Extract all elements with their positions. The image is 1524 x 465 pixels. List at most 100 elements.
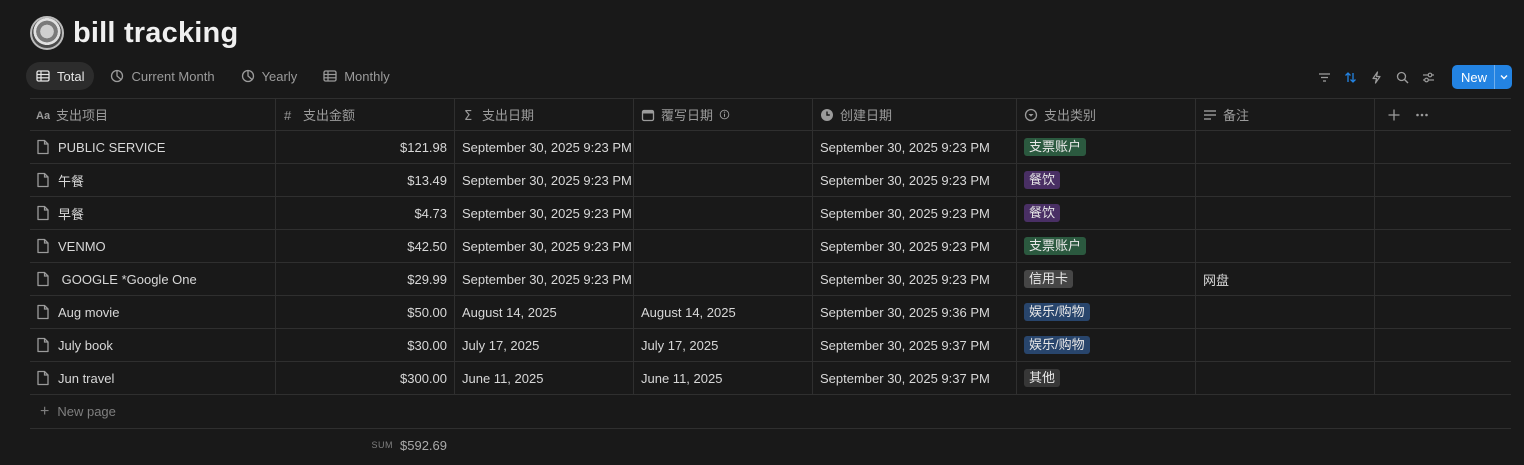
table-row[interactable]: Jun travel $300.00 June 11, 2025 June 11, 2…: [30, 362, 1511, 395]
tab-total[interactable]: Total: [26, 62, 95, 90]
table-row[interactable]: 早餐 $4.73 September 30, 2025 9:23 PM Septemb…: [30, 197, 1511, 230]
column-header-item[interactable]: Aa 支出项目: [30, 99, 276, 130]
cell-amount[interactable]: $29.99: [276, 263, 455, 295]
cell-override-date[interactable]: July 17, 2025: [634, 329, 813, 361]
document-icon: [37, 238, 49, 254]
cell-override-date[interactable]: [634, 230, 813, 262]
cell-category[interactable]: 支票账户: [1017, 131, 1196, 163]
chevron-down-icon[interactable]: [1494, 65, 1512, 89]
cell-created[interactable]: September 30, 2025 9:23 PM: [813, 131, 1017, 163]
table-row[interactable]: Aug movie $50.00 August 14, 2025 August 14,…: [30, 296, 1511, 329]
item-name: VENMO: [58, 238, 106, 254]
cell-amount[interactable]: $300.00: [276, 362, 455, 394]
cell-date[interactable]: September 30, 2025 9:23 PM: [455, 197, 634, 229]
tab-monthly[interactable]: Monthly: [313, 62, 400, 90]
cell-amount[interactable]: $4.73: [276, 197, 455, 229]
column-header-date[interactable]: Σ 支出日期: [455, 99, 634, 130]
cell-override-date[interactable]: August 14, 2025: [634, 296, 813, 328]
cell-created[interactable]: September 30, 2025 9:36 PM: [813, 296, 1017, 328]
cell-category[interactable]: 餐饮: [1017, 197, 1196, 229]
cell-amount[interactable]: $42.50: [276, 230, 455, 262]
cell-amount[interactable]: $30.00: [276, 329, 455, 361]
cell-override-date[interactable]: [634, 263, 813, 295]
cell-spacer: [1375, 131, 1511, 163]
cell-category[interactable]: 其他: [1017, 362, 1196, 394]
cell-date[interactable]: September 30, 2025 9:23 PM: [455, 230, 634, 262]
sort-icon[interactable]: [1342, 68, 1360, 86]
sum-calculation[interactable]: SUM $592.69: [30, 438, 455, 453]
cell-amount[interactable]: $50.00: [276, 296, 455, 328]
more-icon[interactable]: [1415, 108, 1429, 122]
cell-category[interactable]: 支票账户: [1017, 230, 1196, 262]
table-icon: [36, 70, 50, 82]
cell-date[interactable]: June 11, 2025: [455, 362, 634, 394]
settings-icon[interactable]: [1420, 68, 1438, 86]
cell-note[interactable]: [1196, 164, 1375, 196]
cell-created[interactable]: September 30, 2025 9:23 PM: [813, 197, 1017, 229]
cell-date[interactable]: September 30, 2025 9:23 PM: [455, 131, 634, 163]
category-tag: 娱乐/购物: [1024, 336, 1090, 354]
tab-yearly[interactable]: Yearly: [231, 62, 308, 90]
cell-created[interactable]: September 30, 2025 9:37 PM: [813, 329, 1017, 361]
info-icon[interactable]: [719, 109, 730, 120]
table-row[interactable]: VENMO $42.50 September 30, 2025 9:23 PM Sep…: [30, 230, 1511, 263]
column-header-amount[interactable]: # 支出金额: [276, 99, 455, 130]
cell-note[interactable]: 网盘: [1196, 263, 1375, 295]
cell-item[interactable]: 早餐: [30, 197, 276, 229]
cell-override-date[interactable]: [634, 164, 813, 196]
column-header-override-date[interactable]: 覆写日期: [634, 99, 813, 130]
coin-emblem-icon[interactable]: [30, 16, 64, 50]
page-title[interactable]: bill tracking: [73, 17, 238, 50]
cell-item[interactable]: Aug movie: [30, 296, 276, 328]
cell-note[interactable]: [1196, 329, 1375, 361]
cell-created[interactable]: September 30, 2025 9:23 PM: [813, 164, 1017, 196]
cell-note[interactable]: [1196, 197, 1375, 229]
cell-category[interactable]: 餐饮: [1017, 164, 1196, 196]
svg-text:Σ: Σ: [464, 109, 472, 122]
new-page-button[interactable]: + New page: [30, 395, 1511, 429]
cell-note[interactable]: [1196, 296, 1375, 328]
automation-icon[interactable]: [1368, 68, 1386, 86]
cell-note[interactable]: [1196, 362, 1375, 394]
sum-value: $592.69: [400, 437, 447, 453]
document-icon: [37, 370, 49, 386]
table-row[interactable]: July book $30.00 July 17, 2025 July 17, 202…: [30, 329, 1511, 362]
plus-icon[interactable]: [1387, 108, 1401, 122]
cell-item[interactable]: 午餐: [30, 164, 276, 196]
filter-icon[interactable]: [1316, 68, 1334, 86]
cell-note[interactable]: [1196, 230, 1375, 262]
tab-current-month[interactable]: Current Month: [100, 62, 224, 90]
column-header-note[interactable]: 备注: [1196, 99, 1375, 130]
cell-item[interactable]: PUBLIC SERVICE: [30, 131, 276, 163]
cell-created[interactable]: September 30, 2025 9:23 PM: [813, 263, 1017, 295]
search-icon[interactable]: [1394, 68, 1412, 86]
number-icon: #: [284, 108, 292, 122]
cell-item[interactable]: VENMO: [30, 230, 276, 262]
cell-category[interactable]: 娱乐/购物: [1017, 329, 1196, 361]
cell-date[interactable]: September 30, 2025 9:23 PM: [455, 263, 634, 295]
cell-amount[interactable]: $13.49: [276, 164, 455, 196]
cell-category[interactable]: 信用卡: [1017, 263, 1196, 295]
cell-override-date[interactable]: [634, 131, 813, 163]
cell-item[interactable]: July book: [30, 329, 276, 361]
cell-date[interactable]: July 17, 2025: [455, 329, 634, 361]
cell-date[interactable]: September 30, 2025 9:23 PM: [455, 164, 634, 196]
cell-amount[interactable]: $121.98: [276, 131, 455, 163]
cell-date[interactable]: August 14, 2025: [455, 296, 634, 328]
column-header-category[interactable]: 支出类别: [1017, 99, 1196, 130]
table-row[interactable]: GOOGLE *Google One $29.99 September 30, 20…: [30, 263, 1511, 296]
new-button[interactable]: New: [1452, 65, 1494, 89]
view-toolbar: New: [1316, 65, 1512, 89]
cell-category[interactable]: 娱乐/购物: [1017, 296, 1196, 328]
cell-item[interactable]: GOOGLE *Google One: [30, 263, 276, 295]
cell-spacer: [1375, 164, 1511, 196]
cell-override-date[interactable]: [634, 197, 813, 229]
cell-created[interactable]: September 30, 2025 9:37 PM: [813, 362, 1017, 394]
table-row[interactable]: 午餐 $13.49 September 30, 2025 9:23 PM Septem…: [30, 164, 1511, 197]
cell-item[interactable]: Jun travel: [30, 362, 276, 394]
table-row[interactable]: PUBLIC SERVICE $121.98 September 30, 2025 …: [30, 131, 1511, 164]
cell-note[interactable]: [1196, 131, 1375, 163]
cell-override-date[interactable]: June 11, 2025: [634, 362, 813, 394]
cell-created[interactable]: September 30, 2025 9:23 PM: [813, 230, 1017, 262]
column-header-created[interactable]: 创建日期: [813, 99, 1017, 130]
